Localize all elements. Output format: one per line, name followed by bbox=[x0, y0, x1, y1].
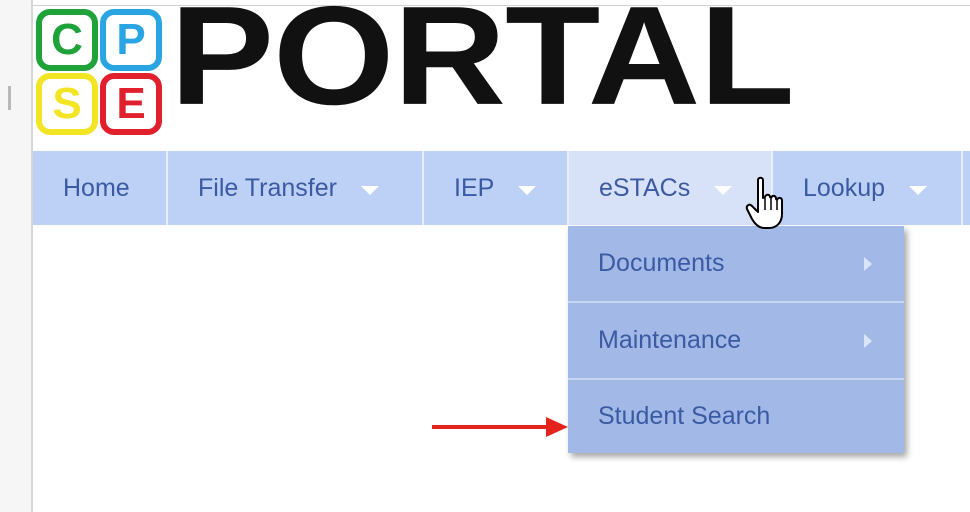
chevron-down-icon bbox=[714, 185, 733, 195]
nav-item-lookup[interactable]: Lookup bbox=[773, 151, 961, 225]
chevron-right-icon bbox=[864, 333, 872, 348]
nav-separator bbox=[961, 151, 963, 225]
cpse-logo[interactable]: C P S E bbox=[36, 9, 162, 137]
chevron-right-icon bbox=[864, 256, 872, 271]
nav-item-label: IEP bbox=[454, 173, 495, 202]
menu-item-label: Maintenance bbox=[598, 326, 742, 354]
chevron-down-icon bbox=[518, 185, 537, 195]
logo-letter-s: S bbox=[36, 73, 98, 135]
logo-letter-e: E bbox=[100, 73, 162, 135]
logo-letter-c: C bbox=[36, 9, 98, 71]
menu-item-student-search[interactable]: Student Search bbox=[568, 380, 904, 453]
nav-item-label: Lookup bbox=[803, 173, 886, 202]
chevron-down-icon bbox=[909, 185, 928, 195]
nav-item-label: eSTACs bbox=[599, 173, 691, 202]
left-window-border bbox=[0, 0, 33, 512]
chevron-down-icon bbox=[360, 185, 379, 195]
nav-item-iep[interactable]: IEP bbox=[424, 151, 567, 225]
red-arrow-icon bbox=[432, 417, 568, 437]
nav-item-label: File Transfer bbox=[198, 173, 337, 202]
menu-item-documents[interactable]: Documents bbox=[568, 226, 904, 301]
nav-item-estacs[interactable]: eSTACs bbox=[569, 151, 771, 225]
nav-item-label: Home bbox=[63, 173, 130, 202]
main-navbar: Home File Transfer IEP eSTACs Lookup bbox=[33, 151, 970, 225]
estacs-dropdown-menu: Documents Maintenance Student Search bbox=[568, 226, 904, 453]
menu-item-maintenance[interactable]: Maintenance bbox=[568, 303, 904, 378]
left-border-notch bbox=[8, 86, 11, 110]
menu-item-label: Documents bbox=[598, 249, 725, 277]
nav-item-home[interactable]: Home bbox=[33, 151, 166, 225]
portal-title: PORTAL bbox=[170, 0, 795, 135]
menu-item-label: Student Search bbox=[598, 402, 771, 430]
logo-letter-p: P bbox=[100, 9, 162, 71]
hand-pointer-icon bbox=[745, 176, 783, 229]
nav-item-file-transfer[interactable]: File Transfer bbox=[168, 151, 422, 225]
